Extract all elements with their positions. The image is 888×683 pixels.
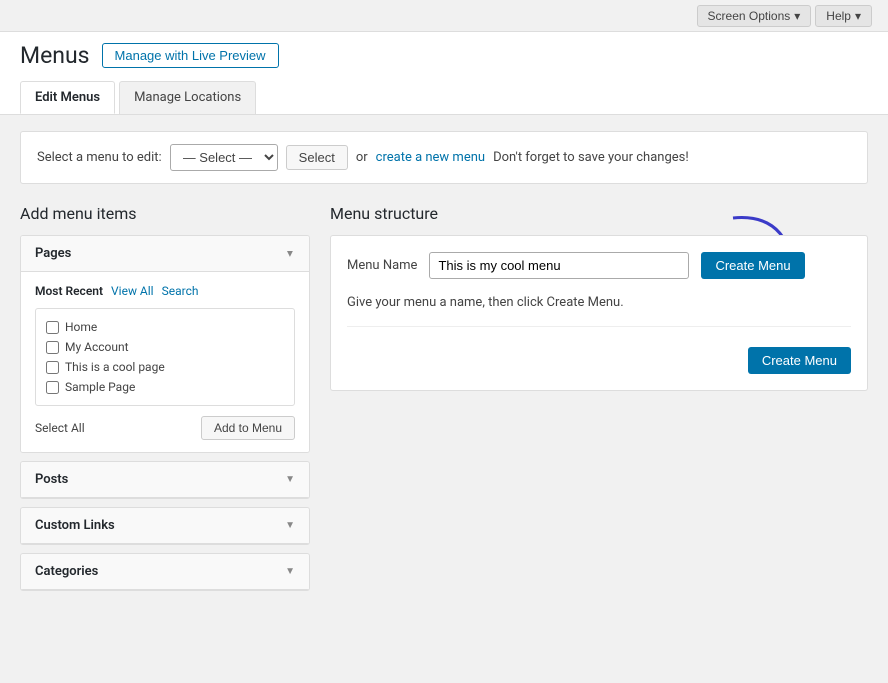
categories-accordion-header[interactable]: Categories ▼ <box>21 554 309 590</box>
posts-accordion-label: Posts <box>35 472 68 487</box>
create-menu-footer: Create Menu <box>347 347 851 374</box>
select-menu-button[interactable]: Select <box>286 145 348 170</box>
menu-structure-panel: Menu structure Menu Name Create Menu <box>330 204 868 391</box>
menu-name-row: Menu Name Create Menu <box>347 252 851 279</box>
categories-accordion: Categories ▼ <box>20 553 310 591</box>
sub-tab-view-all[interactable]: View All <box>111 284 154 298</box>
top-bar: Screen Options ▾ Help ▾ <box>0 0 888 32</box>
add-menu-items-title: Add menu items <box>20 204 310 223</box>
custom-links-expand-icon: ▼ <box>285 520 295 531</box>
select-menu-bar: Select a menu to edit: — Select — Select… <box>20 131 868 184</box>
pages-accordion-header[interactable]: Pages ▲ <box>21 236 309 272</box>
list-item: This is a cool page <box>46 357 284 377</box>
add-menu-items-panel: Add menu items Pages ▲ Most Recent View … <box>20 204 310 599</box>
categories-accordion-label: Categories <box>35 564 98 579</box>
sub-tab-search[interactable]: Search <box>162 284 199 298</box>
categories-expand-icon: ▼ <box>285 566 295 577</box>
custom-links-accordion: Custom Links ▼ <box>20 507 310 545</box>
live-preview-button[interactable]: Manage with Live Preview <box>102 43 279 68</box>
page-checkbox-sample-page[interactable] <box>46 381 59 394</box>
select-menu-label: Select a menu to edit: <box>37 150 162 165</box>
two-column-layout: Add menu items Pages ▲ Most Recent View … <box>20 204 868 599</box>
pages-list: Home My Account This is a cool page <box>35 308 295 406</box>
tab-manage-locations[interactable]: Manage Locations <box>119 81 256 114</box>
tabs-container: Edit Menus Manage Locations <box>20 81 868 114</box>
help-label: Help <box>826 9 851 23</box>
page-checkbox-my-account[interactable] <box>46 341 59 354</box>
tab-edit-menus[interactable]: Edit Menus <box>20 81 115 114</box>
page-header: Menus Manage with Live Preview Edit Menu… <box>0 32 888 115</box>
screen-options-button[interactable]: Screen Options ▾ <box>697 5 812 27</box>
menu-name-label: Menu Name <box>347 258 417 273</box>
page-checkbox-home[interactable] <box>46 321 59 334</box>
or-text: or <box>356 150 368 165</box>
custom-links-accordion-label: Custom Links <box>35 518 115 533</box>
menu-structure-box: Menu Name Create Menu Give your menu a n… <box>330 235 868 391</box>
sub-tab-most-recent[interactable]: Most Recent <box>35 284 103 298</box>
pages-accordion-body: Most Recent View All Search Home My Acco… <box>21 272 309 452</box>
pages-collapse-icon: ▲ <box>285 248 295 259</box>
screen-options-label: Screen Options <box>708 9 791 23</box>
posts-expand-icon: ▼ <box>285 474 295 485</box>
pages-accordion-footer: Select All Add to Menu <box>35 416 295 440</box>
create-menu-button-top[interactable]: Create Menu <box>701 252 804 279</box>
list-item: My Account <box>46 337 284 357</box>
page-label-home: Home <box>65 320 97 334</box>
add-to-menu-button[interactable]: Add to Menu <box>201 416 295 440</box>
list-item: Home <box>46 317 284 337</box>
help-chevron-icon: ▾ <box>855 9 861 23</box>
posts-accordion-header[interactable]: Posts ▼ <box>21 462 309 498</box>
create-menu-button-bottom[interactable]: Create Menu <box>748 347 851 374</box>
page-checkbox-cool-page[interactable] <box>46 361 59 374</box>
reminder-text: Don't forget to save your changes! <box>493 150 689 165</box>
page-label-cool-page: This is a cool page <box>65 360 165 374</box>
menu-hint-text: Give your menu a name, then click Create… <box>347 295 851 327</box>
pages-accordion: Pages ▲ Most Recent View All Search Hom <box>20 235 310 453</box>
select-all-link[interactable]: Select All <box>35 421 85 435</box>
list-item: Sample Page <box>46 377 284 397</box>
menu-name-input[interactable] <box>429 252 689 279</box>
pages-accordion-label: Pages <box>35 246 71 261</box>
screen-options-chevron-icon: ▾ <box>794 9 800 23</box>
custom-links-accordion-header[interactable]: Custom Links ▼ <box>21 508 309 544</box>
page-title: Menus <box>20 42 90 69</box>
page-label-sample-page: Sample Page <box>65 380 135 394</box>
menu-select-dropdown[interactable]: — Select — <box>170 144 278 171</box>
page-label-my-account: My Account <box>65 340 129 354</box>
create-new-menu-link[interactable]: create a new menu <box>376 150 485 165</box>
pages-sub-tabs: Most Recent View All Search <box>35 284 295 298</box>
posts-accordion: Posts ▼ <box>20 461 310 499</box>
main-content: Select a menu to edit: — Select — Select… <box>0 115 888 615</box>
help-button[interactable]: Help ▾ <box>815 5 872 27</box>
